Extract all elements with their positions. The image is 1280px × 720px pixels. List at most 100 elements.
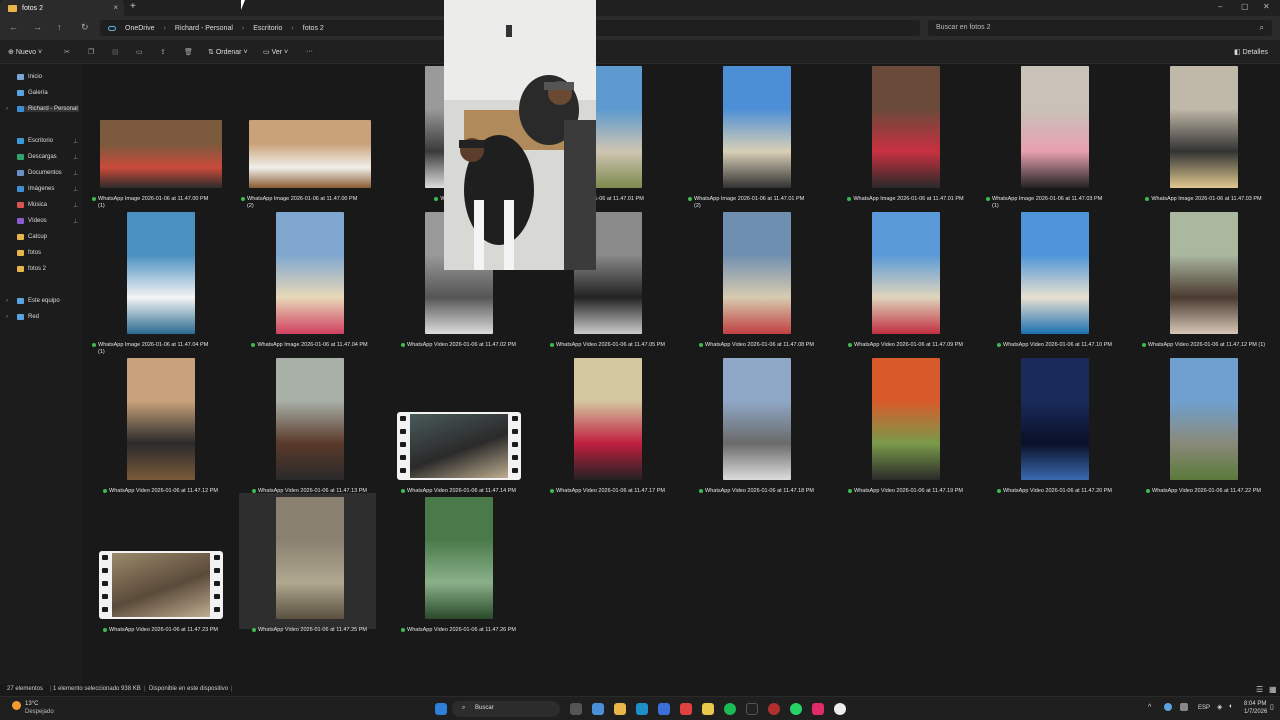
spotify-icon[interactable]	[724, 703, 736, 715]
file-name-text: WhatsApp Video 2026-01-06 at 11.47.02 PM	[407, 342, 516, 348]
tray-icon[interactable]	[1180, 703, 1188, 711]
paste-icon[interactable]: ▤	[112, 48, 119, 56]
app-icon[interactable]	[680, 703, 692, 715]
minimize-button[interactable]: –	[1218, 2, 1222, 11]
sidebar-item-red[interactable]: Red	[17, 314, 79, 320]
language-indicator[interactable]: ESP	[1198, 705, 1210, 711]
copy-icon[interactable]: ❐	[88, 48, 94, 56]
wifi-icon[interactable]: ◈	[1217, 703, 1222, 711]
sidebar-item-inicio[interactable]: Inicio	[17, 74, 79, 80]
thumbnail-image	[111, 553, 210, 617]
sidebar-item-escritorio[interactable]: Escritorio ⊥	[17, 138, 79, 145]
sync-status-icon	[986, 196, 990, 201]
back-icon[interactable]: ←	[9, 22, 18, 32]
clock-time[interactable]: 8:04 PM	[1244, 701, 1266, 707]
tiktok-icon[interactable]	[746, 703, 758, 715]
video-preview-overlay[interactable]	[444, 0, 596, 270]
sidebar-item-este-equipo[interactable]: Este equipo	[17, 298, 79, 304]
details-button[interactable]: ◧ Detalles	[1234, 48, 1268, 56]
task-view-icon[interactable]	[570, 703, 582, 715]
sidebar-item-música[interactable]: Música ⊥	[17, 202, 79, 209]
video-filmstrip-frame	[396, 412, 521, 480]
breadcrumb-onedrive[interactable]: OneDrive	[125, 25, 155, 32]
edge-icon[interactable]	[636, 703, 648, 715]
taskbar-search[interactable]: ⌕ Buscar	[452, 701, 560, 717]
taskbar: 13°C Despejado ⌕ Buscar ^ ESP ◈ ◐ 8:04 P…	[0, 696, 1280, 720]
maximize-button[interactable]: ▢	[1241, 2, 1249, 11]
sidebar-item-fotos-2[interactable]: fotos 2	[17, 266, 79, 272]
file-grid: WhatsApp Image 2026-01-06 at 11.47.00 PM…	[82, 64, 1280, 684]
file-name: WhatsApp Image 2026-01-06 at 11.47.03 PM	[1135, 196, 1272, 203]
refresh-icon[interactable]: ↻	[81, 22, 89, 33]
notification-icon[interactable]: ▯	[1270, 703, 1274, 711]
volume-icon[interactable]: ◐	[1229, 703, 1233, 710]
breadcrumb-richard[interactable]: Richard - Personal	[175, 25, 233, 32]
large-icons-view-icon[interactable]: ▦	[1269, 685, 1277, 694]
share-icon[interactable]: ⇪	[160, 48, 166, 56]
app-icon[interactable]	[768, 703, 780, 715]
search-input[interactable]: Buscar en fotos 2 ⌕	[928, 20, 1272, 36]
folder-icon	[17, 250, 24, 256]
breadcrumb-fotos-2[interactable]: fotos 2	[303, 25, 324, 32]
store-icon[interactable]	[658, 703, 670, 715]
file-name-text: WhatsApp Video 2026-01-06 at 11.47.20 PM	[1003, 488, 1112, 494]
sidebar-item-vídeos[interactable]: Vídeos ⊥	[17, 218, 79, 225]
file-name-text: WhatsApp Video 2026-01-06 at 11.47.22 PM	[1152, 488, 1261, 494]
thumbnail-image	[573, 358, 642, 480]
chrome-icon[interactable]	[702, 703, 714, 715]
thumbnail-image	[1169, 358, 1238, 480]
film-hole	[511, 468, 518, 473]
thumbnail-image	[1020, 358, 1089, 480]
chevron-up-icon[interactable]: ^	[1148, 704, 1151, 711]
capcut-icon[interactable]	[812, 703, 824, 715]
sidebar-item-richard-personal[interactable]: Richard - Personal	[17, 106, 79, 112]
file-name-text: WhatsApp Video 2026-01-06 at 11.47.05 PM	[556, 342, 665, 348]
search-placeholder: Buscar en fotos 2	[936, 24, 991, 31]
thumbnail-image	[126, 358, 195, 480]
whatsapp-icon[interactable]	[790, 703, 802, 715]
delete-icon[interactable]: 🗑	[184, 48, 193, 56]
close-window-button[interactable]: ✕	[1263, 2, 1270, 11]
clock-date[interactable]: 1/7/2026	[1244, 709, 1267, 715]
file-name: WhatsApp Image 2026-01-06 at 11.47.04 PM	[241, 342, 378, 349]
tab-fotos-2[interactable]: fotos 2 ×	[0, 0, 124, 16]
sidebar-item-label: Música	[28, 202, 48, 208]
chevron-right-icon[interactable]: ›	[6, 298, 8, 304]
copilot-icon[interactable]	[592, 703, 604, 715]
sidebar-item-imágenes[interactable]: Imágenes ⊥	[17, 186, 79, 193]
thumbnail-image	[275, 212, 344, 334]
file-explorer-icon[interactable]	[614, 703, 626, 715]
chevron-right-icon[interactable]: ›	[6, 106, 8, 112]
media-player-icon[interactable]	[834, 703, 846, 715]
sidebar-item-descargas[interactable]: Descargas ⊥	[17, 154, 79, 161]
sidebar-item-label: Vídeos	[28, 218, 47, 224]
sidebar-item-galería[interactable]: Galería	[17, 90, 79, 96]
breadcrumb-escritorio[interactable]: Escritorio	[253, 25, 282, 32]
folder-icon	[8, 4, 17, 12]
availability-status: Disponible en este dispositivo	[149, 686, 229, 692]
details-view-icon[interactable]: ☰	[1256, 685, 1263, 694]
view-button[interactable]: ▭ Ver ˅	[263, 48, 288, 56]
weather-temp[interactable]: 13°C	[25, 701, 38, 707]
sidebar-item-documentos[interactable]: Documentos ⊥	[17, 170, 79, 177]
start-windows-icon[interactable]	[435, 703, 447, 715]
sort-button[interactable]: ⇅ Ordenar ˅	[208, 48, 248, 56]
sidebar-item-fotos[interactable]: fotos	[17, 250, 79, 256]
sidebar-item-label: Este equipo	[28, 298, 60, 304]
overlay-image	[444, 0, 596, 270]
more-options-button[interactable]: ···	[306, 48, 313, 55]
cut-icon[interactable]: ✂	[64, 48, 70, 56]
sidebar-item-catcup[interactable]: Catcup	[17, 234, 79, 240]
up-icon[interactable]: ↑	[57, 22, 62, 32]
close-tab-icon[interactable]: ×	[113, 3, 118, 12]
file-name-text: WhatsApp Image 2026-01-06 at 11.47.00 PM	[247, 196, 358, 202]
chevron-right-icon[interactable]: ›	[6, 314, 8, 320]
onedrive-tray-icon[interactable]	[1164, 703, 1172, 711]
selection-info: 1 elemento seleccionado 938 KB	[53, 686, 141, 692]
new-tab-button[interactable]: +	[130, 1, 136, 12]
new-button[interactable]: ⊕ Nuevo ˅	[8, 48, 42, 56]
weather-icon[interactable]	[12, 701, 21, 710]
forward-icon[interactable]: →	[33, 22, 42, 32]
weather-desc[interactable]: Despejado	[25, 709, 54, 715]
rename-icon[interactable]: ▭	[136, 48, 143, 56]
